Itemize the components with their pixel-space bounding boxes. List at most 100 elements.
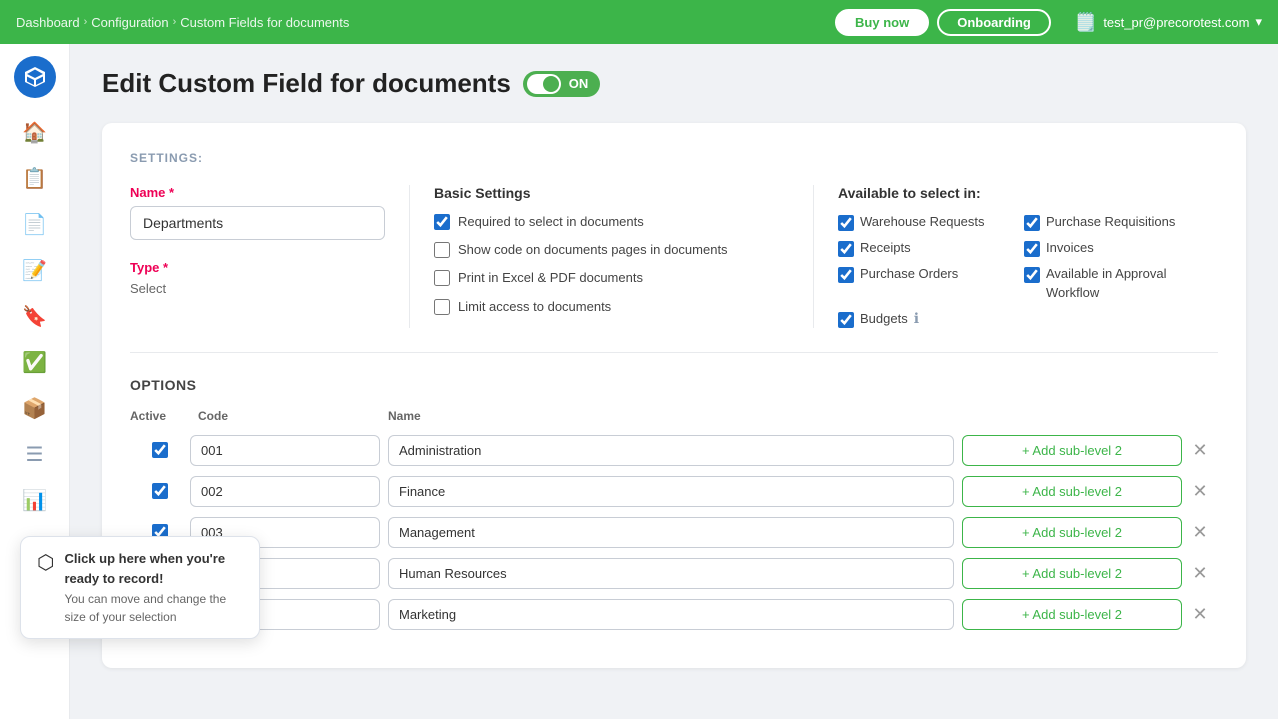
option-1-delete-icon[interactable]: ✕ [1192,441,1207,459]
purchase-req-label: Purchase Requisitions [1046,213,1175,231]
option-2-sub-button[interactable]: + Add sub-level 2 [962,476,1182,507]
option-3-name-input[interactable] [388,517,954,548]
available-col: Available to select in: Warehouse Reques… [814,185,1218,328]
option-1-name-col [380,435,962,466]
basic-settings-col: Basic Settings Required to select in doc… [410,185,814,328]
option-3-delete: ✕ [1182,523,1218,541]
option-3-delete-icon[interactable]: ✕ [1192,523,1207,541]
option-5-delete-icon[interactable]: ✕ [1192,605,1207,623]
option-2-name-col [380,476,962,507]
avail-approval: Available in Approval Workflow [1024,265,1194,301]
sidebar-item-menu[interactable]: ☰ [12,434,58,474]
option-1-code-col [190,435,380,466]
name-input[interactable] [130,206,385,240]
avail-invoices: Invoices [1024,239,1194,257]
option-5-name-input[interactable] [388,599,954,630]
sep-2: › [173,16,177,28]
onboarding-button[interactable]: Onboarding [937,9,1051,36]
option-2-delete-icon[interactable]: ✕ [1192,482,1207,500]
warehouse-checkbox[interactable] [838,215,854,231]
option-5-sub-button[interactable]: + Add sub-level 2 [962,599,1182,630]
purchase-req-checkbox[interactable] [1024,215,1040,231]
user-menu[interactable]: 🗒️ test_pr@precorotest.com ▾ [1075,12,1262,33]
receipts-label: Receipts [860,239,911,257]
show-code-label: Show code on documents pages in document… [458,241,728,259]
sidebar-item-chart[interactable]: 📊 [12,480,58,520]
option-2-code-input[interactable] [190,476,380,507]
option-1-delete: ✕ [1182,441,1218,459]
sidebar-item-check[interactable]: ✅ [12,342,58,382]
option-4-name-input[interactable] [388,558,954,589]
sep-1: › [84,16,88,28]
invoices-label: Invoices [1046,239,1094,257]
checkbox-limit: Limit access to documents [434,298,789,316]
user-email: test_pr@precorotest.com [1103,15,1249,30]
option-3-name-col [380,517,962,548]
option-row-4: + Add sub-level 2 ✕ [130,558,1218,589]
required-checkbox[interactable] [434,214,450,230]
option-4-sub-button[interactable]: + Add sub-level 2 [962,558,1182,589]
option-1-checkbox[interactable] [152,442,168,458]
option-5-name-col [380,599,962,630]
budgets-info-icon[interactable]: ℹ [914,310,919,327]
topbar-buttons: Buy now Onboarding [835,9,1051,36]
approval-checkbox[interactable] [1024,267,1040,283]
options-header: Active Code Name [130,409,1218,427]
option-row-2: + Add sub-level 2 ✕ [130,476,1218,507]
tooltip-content: Click up here when you're ready to recor… [64,549,243,626]
required-label: Required to select in documents [458,213,644,231]
breadcrumb-custom-fields[interactable]: Custom Fields for documents [180,15,349,30]
print-checkbox[interactable] [434,270,450,286]
basic-settings-title: Basic Settings [434,185,789,201]
limit-checkbox[interactable] [434,299,450,315]
app-logo[interactable] [14,56,56,98]
option-4-delete: ✕ [1182,564,1218,582]
page-title: Edit Custom Field for documents [102,68,511,99]
option-2-checkbox[interactable] [152,483,168,499]
sidebar-item-edit[interactable]: 📝 [12,250,58,290]
budgets-checkbox[interactable] [838,312,854,328]
type-value: Select [130,281,385,296]
show-code-checkbox[interactable] [434,242,450,258]
purchase-orders-checkbox[interactable] [838,267,854,283]
toggle-container[interactable]: ON [523,71,601,97]
option-4-name-col [380,558,962,589]
budgets-label: Budgets [860,310,908,328]
limit-label: Limit access to documents [458,298,611,316]
option-row-5: + Add sub-level 2 ✕ [130,599,1218,630]
invoices-checkbox[interactable] [1024,241,1040,257]
option-3-sub: + Add sub-level 2 [962,517,1182,548]
option-5-sub: + Add sub-level 2 [962,599,1182,630]
option-1-code-input[interactable] [190,435,380,466]
option-5-delete: ✕ [1182,605,1218,623]
option-4-sub: + Add sub-level 2 [962,558,1182,589]
settings-card: SETTINGS: Name * Type * Select [102,123,1246,668]
option-4-delete-icon[interactable]: ✕ [1192,564,1207,582]
col-header-active: Active [130,409,190,423]
tooltip-icon: ⬡ [37,550,54,575]
name-field-label: Name * [130,185,385,200]
option-2-name-input[interactable] [388,476,954,507]
breadcrumb-configuration[interactable]: Configuration [91,15,168,30]
breadcrumb-dashboard[interactable]: Dashboard [16,15,80,30]
sidebar-item-list[interactable]: 📋 [12,158,58,198]
available-grid: Warehouse Requests Purchase Requisitions… [838,213,1194,328]
tooltip-subtitle: You can move and change the size of your… [64,590,243,626]
option-1-sub-button[interactable]: + Add sub-level 2 [962,435,1182,466]
toggle-switch[interactable] [527,74,561,94]
option-2-sub: + Add sub-level 2 [962,476,1182,507]
sidebar-item-document[interactable]: 📄 [12,204,58,244]
sidebar-item-package[interactable]: 📦 [12,388,58,428]
option-1-name-input[interactable] [388,435,954,466]
sidebar-item-bookmark[interactable]: 🔖 [12,296,58,336]
approval-label: Available in Approval Workflow [1046,265,1194,301]
print-label: Print in Excel & PDF documents [458,269,643,287]
receipts-checkbox[interactable] [838,241,854,257]
settings-grid: Name * Type * Select Basic Settings [130,185,1218,353]
purchase-orders-label: Purchase Orders [860,265,958,283]
option-3-sub-button[interactable]: + Add sub-level 2 [962,517,1182,548]
buy-now-button[interactable]: Buy now [835,9,929,36]
checkbox-print: Print in Excel & PDF documents [434,269,789,287]
sidebar-item-home[interactable]: 🏠 [12,112,58,152]
page-header: Edit Custom Field for documents ON [102,68,1246,99]
